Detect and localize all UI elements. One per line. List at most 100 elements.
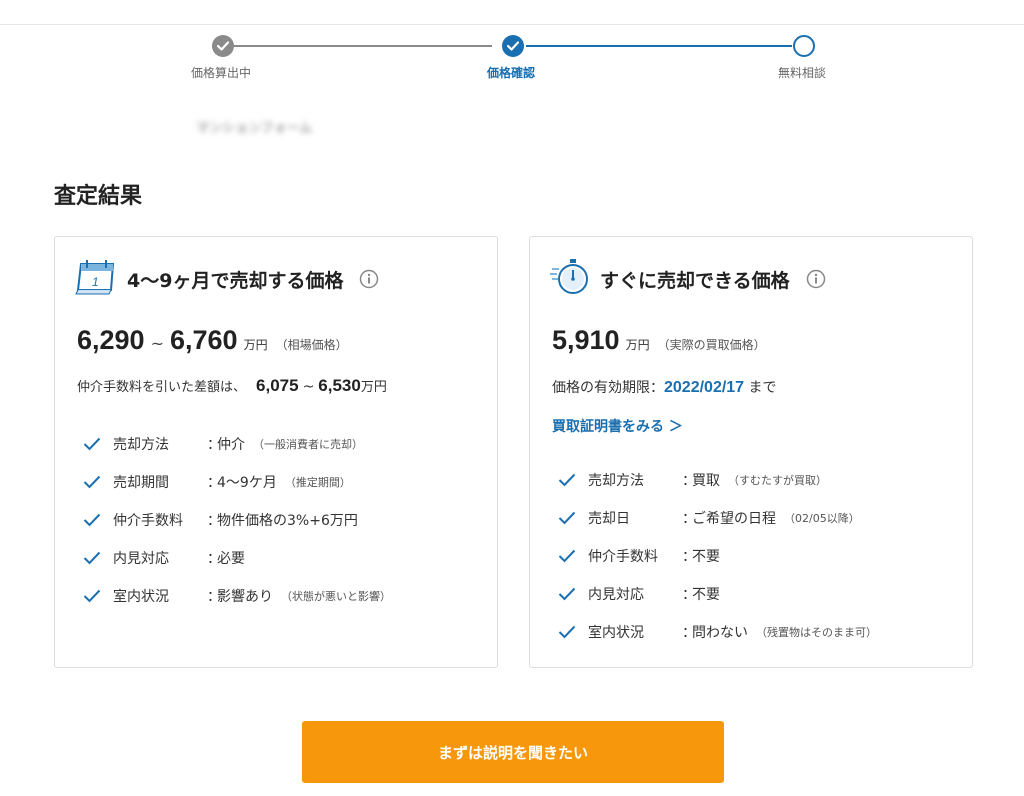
feature-colon: ： <box>207 437 221 453</box>
check-icon <box>558 473 576 487</box>
svg-text:1: 1 <box>92 275 99 289</box>
net-unit: 万円 <box>360 380 387 395</box>
purchase-certificate-link[interactable]: 買取証明書をみる ＞ <box>552 416 683 436</box>
info-icon[interactable] <box>359 269 379 289</box>
card-header: すぐに売却できる価格 <box>550 259 826 299</box>
step-3-circle-icon <box>793 35 815 57</box>
price-unit: 万円 <box>243 338 268 352</box>
feature-label: 室内状況 <box>588 625 644 641</box>
feature-value: 影響あり <box>217 589 273 605</box>
feature-colon: ： <box>207 513 221 529</box>
check-icon <box>83 551 101 565</box>
feature-note: （残置物はそのまま可） <box>756 626 877 639</box>
feature-label: 売却日 <box>588 511 630 527</box>
feature-label: 売却期間 <box>113 475 169 491</box>
feature-label: 売却方法 <box>588 473 644 489</box>
check-icon <box>558 549 576 563</box>
feature-value: 不要 <box>692 587 720 603</box>
feature-note: （状態が悪いと影響） <box>281 590 391 603</box>
feature-value: 不要 <box>692 549 720 565</box>
card-title: すぐに売却できる価格 <box>600 269 790 292</box>
info-icon[interactable] <box>806 269 826 289</box>
check-icon <box>558 625 576 639</box>
price-note: （実際の買取価格） <box>657 338 766 352</box>
price-validity: 価格の有効期限：2022/02/17 まで <box>552 377 777 397</box>
feature-note: （推定期間） <box>284 476 351 489</box>
blurred-property-name: マンションフォーム <box>196 121 313 136</box>
feature-label: 内見対応 <box>588 587 644 603</box>
feature-value: 問わない <box>692 625 748 641</box>
feature-value: ご希望の日程 <box>692 511 776 527</box>
list-item: 売却日 ： ご希望の日程 （02/05以降） <box>558 499 877 537</box>
price-separator: ~ <box>150 334 164 353</box>
price-range: 6,290 ~ 6,760 万円 （相場価格） <box>77 325 348 356</box>
calendar-icon: 1 <box>75 258 117 300</box>
list-item: 内見対応 ： 必要 <box>83 539 391 577</box>
price-note: （相場価格） <box>275 338 348 352</box>
feature-colon: ： <box>682 549 696 565</box>
price-value: 5,910 <box>552 325 620 355</box>
buyout-price-card: すぐに売却できる価格 5,910 万円 （実際の買取価格） 価格の有効期限：20… <box>529 236 973 668</box>
card-title: 4〜9ヶ月で売却する価格 <box>127 269 344 292</box>
step-3-label: 無料相談 <box>778 66 827 80</box>
feature-label: 内見対応 <box>113 551 169 567</box>
step-2-label: 価格確認 <box>487 66 536 80</box>
buyout-price: 5,910 万円 （実際の買取価格） <box>552 325 766 356</box>
net-separator: ~ <box>302 379 315 395</box>
list-item: 売却期間 ： 4〜9ケ月 （推定期間） <box>83 463 391 501</box>
stopwatch-icon <box>550 257 590 301</box>
feature-colon: ： <box>207 475 221 491</box>
check-icon <box>558 587 576 601</box>
feature-value: 仲介 <box>217 437 245 453</box>
feature-label: 仲介手数料 <box>588 549 658 565</box>
price-min: 6,290 <box>77 325 145 355</box>
step-1-check-icon <box>212 35 234 57</box>
feature-colon: ： <box>207 551 221 567</box>
feature-colon: ： <box>682 625 696 641</box>
feature-label: 売却方法 <box>113 437 169 453</box>
feature-list: 売却方法 ： 買取 （すむたすが買取） 売却日 ： ご希望の日程 （02/05以… <box>558 461 877 651</box>
list-item: 売却方法 ： 買取 （すむたすが買取） <box>558 461 877 499</box>
step-connector-2 <box>526 45 792 47</box>
check-icon <box>83 589 101 603</box>
validity-suffix: まで <box>744 380 777 396</box>
check-icon <box>558 511 576 525</box>
net-label: 仲介手数料を引いた差額は、 <box>77 380 247 395</box>
feature-value: 買取 <box>692 473 720 489</box>
feature-value: 必要 <box>217 551 245 567</box>
header-divider <box>0 24 1024 25</box>
feature-label: 室内状況 <box>113 589 169 605</box>
consultation-cta-button[interactable]: まずは説明を聞きたい <box>302 721 724 783</box>
feature-colon: ： <box>682 511 696 527</box>
check-icon <box>83 437 101 451</box>
card-header: 1 4〜9ヶ月で売却する価格 <box>75 259 379 299</box>
check-icon <box>83 475 101 489</box>
feature-colon: ： <box>682 587 696 603</box>
list-item: 内見対応 ： 不要 <box>558 575 877 613</box>
feature-note: （02/05以降） <box>784 512 860 525</box>
check-icon <box>83 513 101 527</box>
feature-note: （すむたすが買取） <box>728 474 827 487</box>
step-connector-1 <box>234 45 492 47</box>
net-min: 6,075 <box>256 376 299 395</box>
feature-list: 売却方法 ： 仲介 （一般消費者に売却） 売却期間 ： 4〜9ケ月 （推定期間）… <box>83 425 391 615</box>
section-title: 査定結果 <box>54 184 143 209</box>
feature-value: 4〜9ケ月 <box>217 475 277 491</box>
list-item: 仲介手数料 ： 物件価格の3%+6万円 <box>83 501 391 539</box>
feature-colon: ： <box>207 589 221 605</box>
net-max: 6,530 <box>318 376 361 395</box>
net-price-line: 仲介手数料を引いた差額は、 6,075 ~ 6,530 万円 <box>77 376 387 396</box>
step-1-label: 価格算出中 <box>191 66 252 80</box>
list-item: 売却方法 ： 仲介 （一般消費者に売却） <box>83 425 391 463</box>
validity-label: 価格の有効期限： <box>552 380 664 396</box>
list-item: 仲介手数料 ： 不要 <box>558 537 877 575</box>
list-item: 室内状況 ： 問わない （残置物はそのまま可） <box>558 613 877 651</box>
step-2-check-icon <box>502 35 524 57</box>
feature-label: 仲介手数料 <box>113 513 183 529</box>
price-max: 6,760 <box>169 325 238 355</box>
feature-value: 物件価格の3%+6万円 <box>217 513 358 529</box>
price-unit: 万円 <box>625 338 650 352</box>
feature-note: （一般消費者に売却） <box>253 438 363 451</box>
brokerage-price-card: 1 4〜9ヶ月で売却する価格 6,290 ~ 6,760 万円 （相場価格） 仲… <box>54 236 498 668</box>
list-item: 室内状況 ： 影響あり （状態が悪いと影響） <box>83 577 391 615</box>
